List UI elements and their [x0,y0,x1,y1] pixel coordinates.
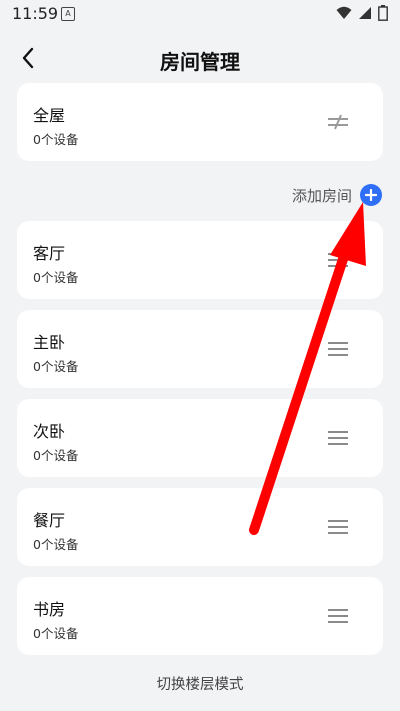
room-name: 餐厅 [33,511,66,530]
switch-floor-mode-button[interactable]: 切换楼层模式 [0,673,400,694]
device-count: 0个设备 [33,537,79,552]
device-count: 0个设备 [33,132,79,147]
whole-house-card[interactable]: 全屋 0个设备 [17,83,383,161]
drag-handle-icon[interactable] [327,430,349,446]
room-name: 次卧 [33,422,66,441]
status-bar: 11:59 A [0,0,400,30]
header: 房间管理 [0,38,400,78]
drag-handle-icon[interactable] [327,519,349,535]
wifi-icon [336,6,352,19]
device-count: 0个设备 [33,626,79,641]
device-count: 0个设备 [33,359,79,374]
battery-icon [378,5,388,21]
room-name: 书房 [33,600,66,619]
drag-handle-icon[interactable] [327,341,349,357]
room-card-living-room[interactable]: 客厅 0个设备 [17,221,383,299]
room-name: 客厅 [33,244,66,263]
plus-icon [360,184,382,206]
status-time: 11:59 [12,4,59,23]
notification-icon: A [61,7,75,21]
room-card-second-bedroom[interactable]: 次卧 0个设备 [17,399,383,477]
room-card-dining-room[interactable]: 餐厅 0个设备 [17,488,383,566]
status-indicators [336,5,388,21]
drag-disabled-icon [328,114,348,130]
add-room-button[interactable]: 添加房间 [292,184,382,206]
add-room-label: 添加房间 [291,186,352,205]
room-card-master-bedroom[interactable]: 主卧 0个设备 [17,310,383,388]
device-count: 0个设备 [33,270,79,285]
room-name: 全屋 [33,106,66,125]
room-name: 主卧 [33,333,66,352]
device-count: 0个设备 [33,448,79,463]
room-card-study[interactable]: 书房 0个设备 [17,577,383,655]
drag-handle-icon[interactable] [327,252,349,268]
signal-icon [359,7,371,19]
drag-handle-icon[interactable] [327,608,349,624]
page-title: 房间管理 [160,50,240,74]
